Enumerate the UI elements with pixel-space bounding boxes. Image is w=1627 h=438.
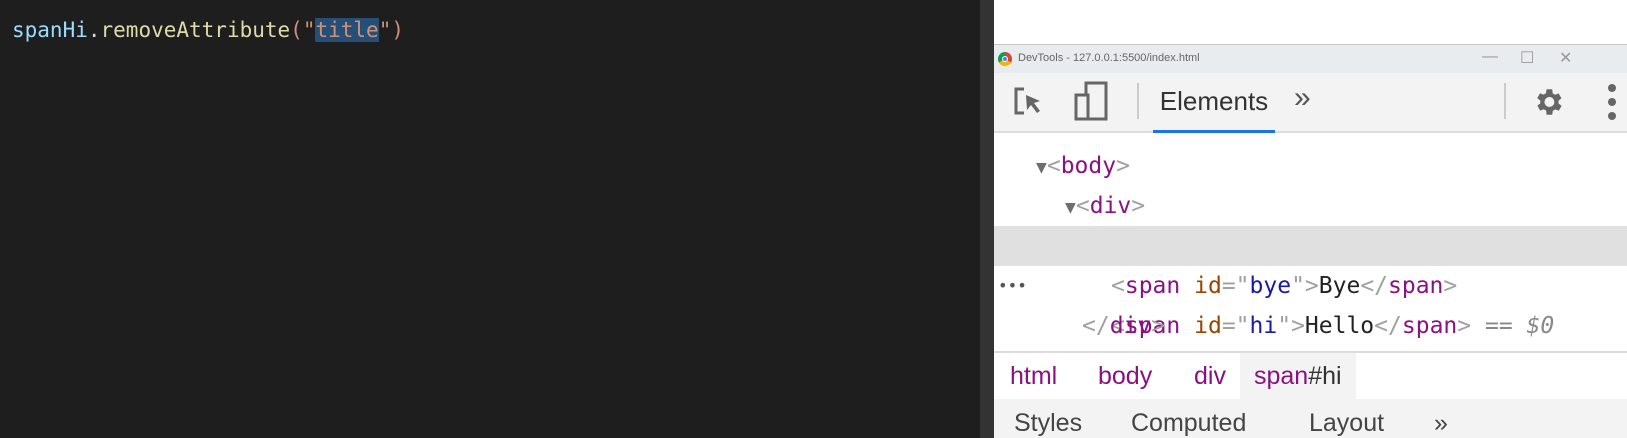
code-dot: .: [87, 18, 101, 42]
more-lower-tabs-button[interactable]: »: [1434, 409, 1448, 438]
code-selected-text: title: [315, 18, 379, 42]
panel-divider[interactable]: [980, 0, 994, 438]
window-title: DevTools - 127.0.0.1:5500/index.html: [1018, 52, 1200, 64]
tab-computed[interactable]: Computed: [1131, 409, 1246, 438]
code-line[interactable]: spanHi.removeAttribute("title"): [12, 18, 404, 42]
devtools-toolbar: Elements »: [994, 73, 1627, 133]
elements-tree: ▼<body> ▼<div> ••• <span id="hi">Hello</…: [994, 133, 1627, 351]
code-method: removeAttribute: [100, 18, 291, 42]
toolbar-separator: [1504, 83, 1506, 119]
breadcrumb-body[interactable]: body: [1084, 353, 1166, 399]
tab-layout[interactable]: Layout: [1309, 409, 1384, 438]
maximize-button[interactable]: ☐: [1520, 48, 1534, 68]
collapse-triangle-icon[interactable]: ▼: [1036, 157, 1047, 178]
more-tabs-button[interactable]: »: [1294, 81, 1311, 115]
code-close: "): [378, 18, 404, 42]
code-open: (": [290, 18, 316, 42]
tree-node-div-close[interactable]: </div>: [994, 306, 1627, 346]
devtools-titlebar: DevTools - 127.0.0.1:5500/index.html — ☐…: [994, 44, 1627, 74]
styles-tabbar: Styles Computed Layout »: [994, 399, 1627, 438]
tree-node-span-hi[interactable]: ••• <span id="hi">Hello</span> == $0: [994, 226, 1627, 339]
breadcrumb: html body div span#hi: [994, 351, 1627, 401]
tree-node-div[interactable]: ▼<div>: [994, 186, 1627, 226]
breadcrumb-span-hi[interactable]: span#hi: [1240, 353, 1356, 399]
code-editor[interactable]: spanHi.removeAttribute("title"): [0, 0, 980, 438]
minimize-button[interactable]: —: [1482, 48, 1498, 66]
code-object: spanHi: [12, 18, 88, 42]
kebab-menu-icon[interactable]: [1606, 83, 1618, 121]
device-toggle-icon[interactable]: [1074, 81, 1110, 121]
close-button[interactable]: ✕: [1559, 48, 1572, 68]
breadcrumb-div[interactable]: div: [1180, 353, 1240, 399]
devtools-area: DevTools - 127.0.0.1:5500/index.html — ☐…: [994, 0, 1627, 438]
inspect-element-icon[interactable]: [1012, 85, 1046, 119]
breadcrumb-html[interactable]: html: [996, 353, 1071, 399]
tab-elements[interactable]: Elements: [1153, 73, 1275, 133]
tree-node-body[interactable]: ▼<body>: [994, 146, 1627, 186]
collapse-triangle-icon[interactable]: ▼: [1065, 197, 1076, 218]
tab-styles[interactable]: Styles: [1014, 409, 1082, 438]
gear-icon[interactable]: [1531, 85, 1565, 119]
tree-node-span-bye[interactable]: <span id="bye">Bye</span>: [994, 266, 1627, 306]
toolbar-separator: [1137, 83, 1139, 119]
chrome-icon: [998, 52, 1012, 66]
